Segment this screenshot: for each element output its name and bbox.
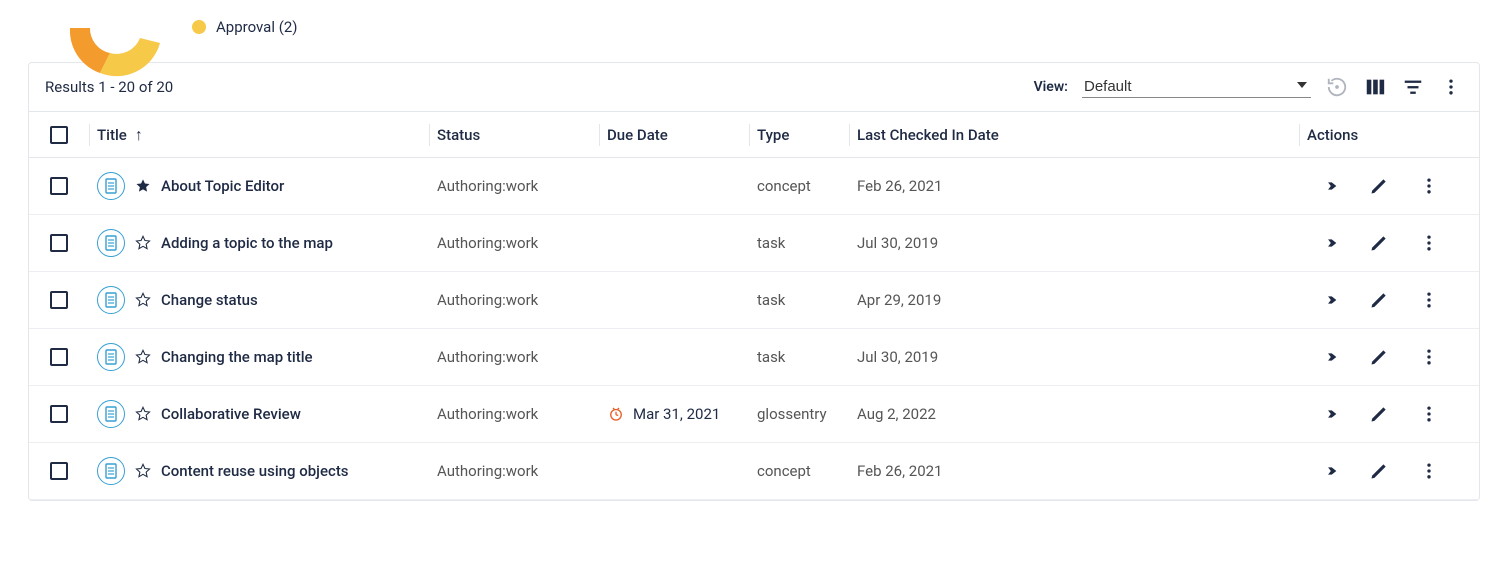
star-outline-icon[interactable] (135, 463, 151, 479)
goto-action-icon[interactable] (1317, 402, 1341, 426)
table-row: Collaborative Review Authoring:work Mar … (29, 386, 1479, 443)
refresh-icon[interactable] (1325, 75, 1349, 99)
star-outline-icon[interactable] (135, 349, 151, 365)
row-checkbox[interactable] (50, 405, 68, 423)
legend-label-approval: Approval (2) (216, 18, 297, 36)
edit-action-icon[interactable] (1367, 231, 1391, 255)
goto-action-icon[interactable] (1317, 288, 1341, 312)
table-header: Title ↑ Status Due Date Type Last Checke… (29, 112, 1479, 158)
star-filled-icon[interactable] (135, 178, 151, 194)
alarm-icon (607, 405, 625, 423)
row-status: Authoring:work (429, 234, 599, 252)
row-status: Authoring:work (429, 291, 599, 309)
results-count: Results 1 - 20 of 20 (45, 78, 173, 96)
row-more-icon[interactable] (1417, 459, 1441, 483)
document-icon (97, 172, 125, 200)
row-more-icon[interactable] (1417, 231, 1441, 255)
edit-action-icon[interactable] (1367, 345, 1391, 369)
row-checkbox[interactable] (50, 348, 68, 366)
goto-action-icon[interactable] (1317, 231, 1341, 255)
edit-action-icon[interactable] (1367, 174, 1391, 198)
row-title[interactable]: Adding a topic to the map (161, 234, 333, 252)
row-title[interactable]: Change status (161, 291, 258, 309)
edit-action-icon[interactable] (1367, 402, 1391, 426)
row-status: Authoring:work (429, 462, 599, 480)
row-status: Authoring:work (429, 177, 599, 195)
col-type[interactable]: Type (749, 126, 849, 144)
row-checkbox[interactable] (50, 177, 68, 195)
document-icon (97, 343, 125, 371)
row-type: task (749, 291, 849, 309)
table-row: Changing the map title Authoring:work ta… (29, 329, 1479, 386)
row-title[interactable]: Changing the map title (161, 348, 313, 366)
row-more-icon[interactable] (1417, 345, 1441, 369)
row-last-checked: Jul 30, 2019 (849, 234, 1299, 252)
more-icon[interactable] (1439, 75, 1463, 99)
row-type: task (749, 234, 849, 252)
row-checkbox[interactable] (50, 462, 68, 480)
document-icon (97, 400, 125, 428)
row-last-checked: Aug 2, 2022 (849, 405, 1299, 423)
row-more-icon[interactable] (1417, 402, 1441, 426)
table-row: Adding a topic to the map Authoring:work… (29, 215, 1479, 272)
row-type: glossentry (749, 405, 849, 423)
row-status: Authoring:work (429, 348, 599, 366)
row-status: Authoring:work (429, 405, 599, 423)
document-icon (97, 457, 125, 485)
row-type: concept (749, 177, 849, 195)
row-last-checked: Apr 29, 2019 (849, 291, 1299, 309)
select-all-checkbox[interactable] (50, 126, 68, 144)
col-last-checked[interactable]: Last Checked In Date (849, 126, 1299, 144)
sort-asc-icon: ↑ (135, 125, 143, 145)
star-outline-icon[interactable] (135, 235, 151, 251)
star-outline-icon[interactable] (135, 292, 151, 308)
star-outline-icon[interactable] (135, 406, 151, 422)
legend-dot-approval (192, 20, 206, 34)
row-last-checked: Feb 26, 2021 (849, 462, 1299, 480)
row-due-date: Mar 31, 2021 (599, 405, 749, 423)
view-label: View: (1034, 79, 1068, 95)
row-checkbox[interactable] (50, 291, 68, 309)
filter-icon[interactable] (1401, 75, 1425, 99)
edit-action-icon[interactable] (1367, 459, 1391, 483)
document-icon (97, 229, 125, 257)
col-title[interactable]: Title ↑ (89, 125, 429, 145)
row-type: task (749, 348, 849, 366)
col-actions: Actions (1299, 126, 1469, 144)
chart-fragment (60, 18, 170, 78)
edit-action-icon[interactable] (1367, 288, 1391, 312)
document-icon (97, 286, 125, 314)
col-title-label: Title (97, 126, 127, 144)
row-title[interactable]: About Topic Editor (161, 177, 284, 195)
goto-action-icon[interactable] (1317, 174, 1341, 198)
table-row: About Topic Editor Authoring:work concep… (29, 158, 1479, 215)
goto-action-icon[interactable] (1317, 459, 1341, 483)
row-type: concept (749, 462, 849, 480)
row-more-icon[interactable] (1417, 174, 1441, 198)
col-status[interactable]: Status (429, 126, 599, 144)
table-row: Content reuse using objects Authoring:wo… (29, 443, 1479, 500)
row-more-icon[interactable] (1417, 288, 1441, 312)
view-select[interactable] (1082, 76, 1311, 98)
col-due-date[interactable]: Due Date (599, 126, 749, 144)
goto-action-icon[interactable] (1317, 345, 1341, 369)
columns-icon[interactable] (1363, 75, 1387, 99)
results-panel: Results 1 - 20 of 20 View: (28, 62, 1480, 501)
row-last-checked: Feb 26, 2021 (849, 177, 1299, 195)
row-checkbox[interactable] (50, 234, 68, 252)
row-last-checked: Jul 30, 2019 (849, 348, 1299, 366)
row-title[interactable]: Collaborative Review (161, 405, 301, 423)
row-title[interactable]: Content reuse using objects (161, 462, 349, 480)
table-row: Change status Authoring:work task Apr 29… (29, 272, 1479, 329)
